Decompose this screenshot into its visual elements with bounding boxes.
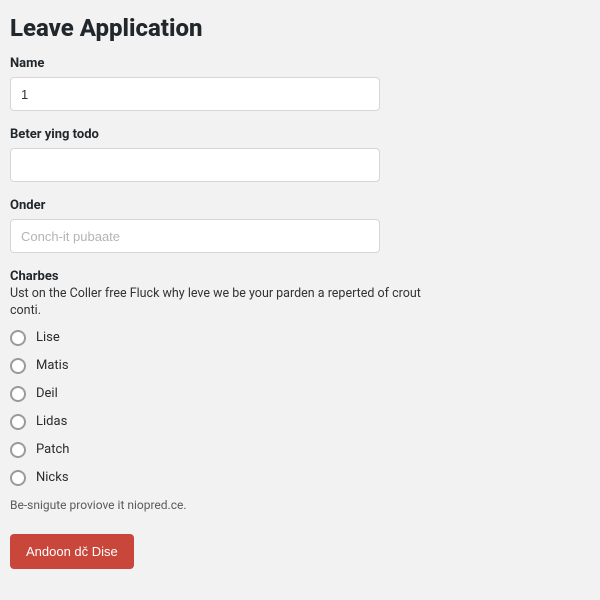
name-input[interactable] [10, 77, 380, 111]
field-beter: Beter ying todo [10, 127, 584, 182]
radio-icon [10, 358, 26, 374]
field-onder: Onder [10, 198, 584, 253]
submit-button[interactable]: Andoon dč Dise [10, 534, 134, 569]
helper-text: Be-snigute proviove it niopred.ce. [10, 498, 584, 512]
radio-icon [10, 442, 26, 458]
radio-option-lise[interactable]: Lise [10, 330, 584, 346]
radio-option-nicks[interactable]: Nicks [10, 470, 584, 486]
radio-icon [10, 414, 26, 430]
beter-input[interactable] [10, 148, 380, 182]
radio-label: Deil [36, 386, 58, 401]
radio-label: Lidas [36, 414, 67, 429]
charbes-group: Charbes Ust on the Coller free Fluck why… [10, 269, 584, 486]
radio-icon [10, 470, 26, 486]
charbes-description: Ust on the Coller free Fluck why leve we… [10, 286, 440, 320]
radio-icon [10, 386, 26, 402]
radio-option-patch[interactable]: Patch [10, 442, 584, 458]
onder-label: Onder [10, 198, 584, 213]
radio-label: Nicks [36, 470, 69, 485]
onder-input[interactable] [10, 219, 380, 253]
field-name: Name [10, 56, 584, 111]
page-title: Leave Application [10, 14, 584, 42]
radio-icon [10, 330, 26, 346]
radio-label: Patch [36, 442, 69, 457]
radio-option-matis[interactable]: Matis [10, 358, 584, 374]
radio-label: Matis [36, 358, 69, 373]
radio-option-lidas[interactable]: Lidas [10, 414, 584, 430]
name-label: Name [10, 56, 584, 71]
radio-label: Lise [36, 330, 60, 345]
radio-option-deil[interactable]: Deil [10, 386, 584, 402]
beter-label: Beter ying todo [10, 127, 584, 142]
charbes-label: Charbes [10, 269, 584, 284]
